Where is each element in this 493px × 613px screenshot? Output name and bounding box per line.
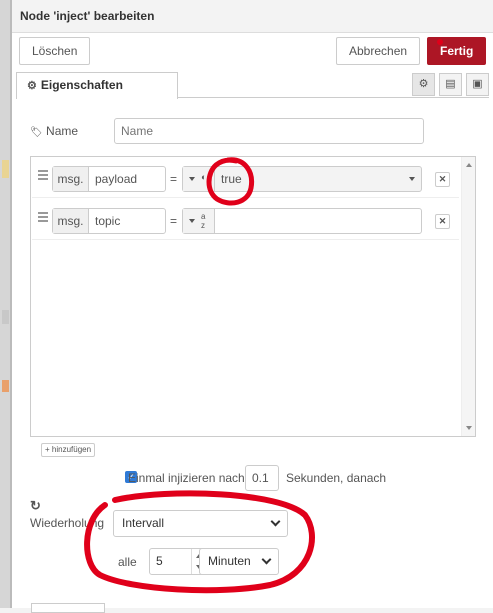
property-row: msg. topic = az ✕	[32, 199, 459, 240]
tab-bar: ⚙ Eigenschaften ⚙ ▤ ▣	[16, 72, 489, 99]
repeat-label: Wiederholung	[30, 516, 105, 530]
tab-label: Eigenschaften	[40, 78, 123, 92]
repeat-mode-select[interactable]: Intervall	[113, 510, 288, 537]
inject-delay-input[interactable]: 0.1	[245, 465, 279, 491]
caret-down-icon	[409, 177, 415, 181]
interval-unit-select[interactable]: Minuten	[199, 548, 279, 575]
property-value-field[interactable]: az	[182, 208, 422, 234]
msg-prefix: msg.	[53, 209, 89, 233]
repeat-icon: ↻	[30, 498, 41, 513]
property-name: payload	[95, 172, 138, 186]
edit-tray: Node 'inject' bearbeiten Löschen Abbrech…	[11, 0, 493, 613]
repeat-mode-value: Intervall	[122, 516, 165, 530]
node-fragment	[2, 310, 9, 324]
inject-delay-suffix: Sekunden, danach	[286, 471, 387, 485]
scroll-up-icon[interactable]	[466, 163, 472, 167]
chevron-down-icon	[261, 554, 272, 565]
workspace-edge	[0, 0, 11, 608]
tag-icon: 🏷	[30, 127, 43, 138]
equals-sign: =	[170, 214, 178, 228]
scroll-down-icon[interactable]	[466, 426, 472, 430]
every-label: alle	[118, 555, 137, 569]
drag-handle-icon[interactable]	[38, 170, 48, 182]
property-name: topic	[95, 214, 121, 228]
type-selector[interactable]: az	[183, 209, 215, 233]
tray-title: Node 'inject' bearbeiten	[20, 9, 155, 23]
scrollbar[interactable]	[461, 157, 475, 436]
string-az-icon: az	[201, 212, 206, 230]
remove-row-button[interactable]: ✕	[435, 172, 450, 187]
cancel-button[interactable]: Abbrechen	[336, 37, 421, 65]
drag-handle-icon[interactable]	[38, 212, 48, 224]
gear-icon: ⚙	[27, 80, 37, 92]
inject-once-label: Einmal injizieren nach	[128, 471, 245, 485]
equals-sign: =	[170, 172, 178, 186]
caret-down-icon	[189, 177, 195, 181]
bottom-button-edge	[31, 603, 105, 613]
interval-value: 5	[156, 554, 163, 568]
interval-unit-value: Minuten	[208, 554, 251, 568]
tab-properties[interactable]: ⚙ Eigenschaften	[16, 72, 178, 99]
node-fragment	[2, 380, 9, 392]
add-property-button[interactable]: + hinzufügen	[41, 443, 96, 457]
done-button[interactable]: Fertig	[427, 37, 487, 65]
interval-stepper[interactable]: 5	[149, 548, 206, 575]
description-icon[interactable]: ▤	[439, 73, 462, 96]
chevron-down-icon	[270, 516, 281, 527]
property-value-field[interactable]: ◐ true	[182, 166, 422, 192]
property-name-field[interactable]: msg. payload	[52, 166, 166, 192]
name-label: 🏷 Name	[30, 124, 79, 138]
tray-header: Node 'inject' bearbeiten	[12, 0, 493, 33]
caret-down-icon	[189, 219, 195, 223]
property-list: msg. payload = ◐ true ✕ msg. topic = a z…	[30, 156, 476, 437]
remove-row-button[interactable]: ✕	[435, 214, 450, 229]
appearance-icon[interactable]: ▣	[466, 73, 489, 96]
name-input[interactable]	[114, 118, 424, 144]
property-value: true	[221, 172, 242, 186]
property-name-field[interactable]: msg. topic	[52, 208, 166, 234]
gear-icon[interactable]: ⚙	[412, 73, 435, 96]
delete-button[interactable]: Löschen	[19, 37, 91, 65]
type-selector[interactable]: ◐	[183, 167, 215, 191]
msg-prefix: msg.	[53, 167, 89, 191]
node-fragment	[2, 160, 9, 178]
property-row: msg. payload = ◐ true ✕	[32, 157, 459, 198]
boolean-icon: ◐	[201, 172, 207, 182]
